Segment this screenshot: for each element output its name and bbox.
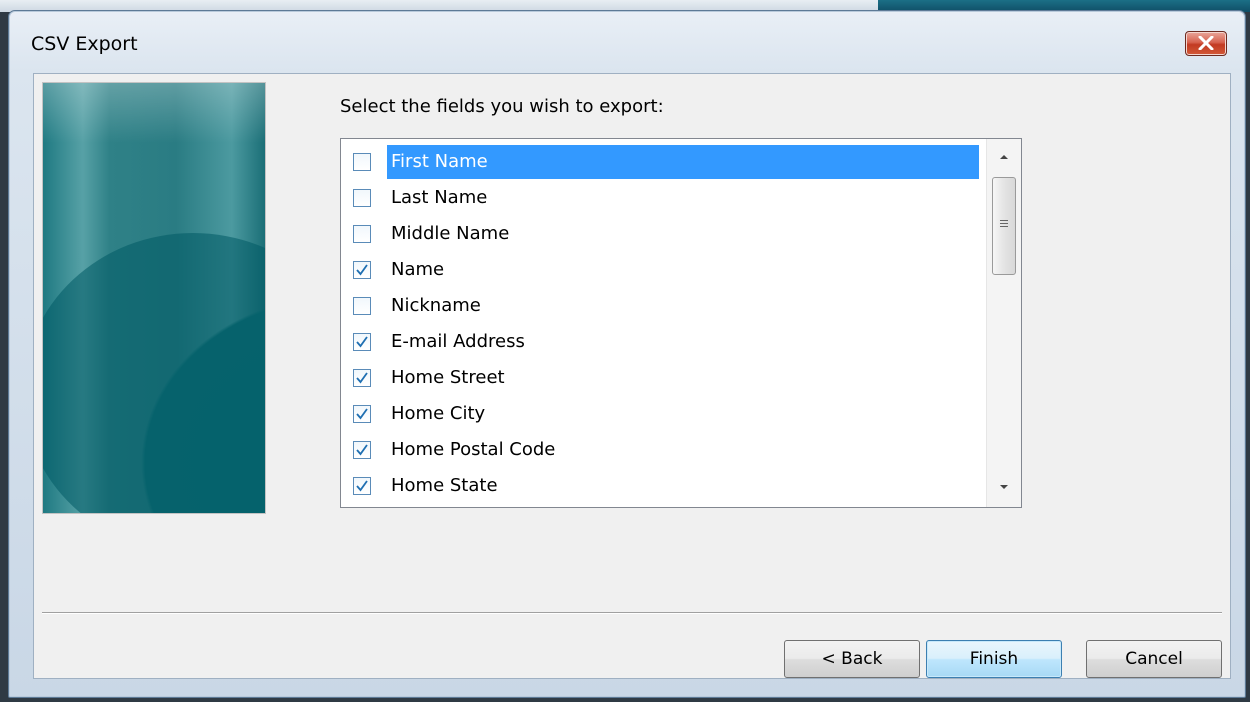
- scroll-down-arrow-icon[interactable]: [996, 479, 1012, 495]
- checkmark-icon: [356, 336, 368, 348]
- checkmark-icon: [356, 372, 368, 384]
- fields-list: First Name Last Name Middle Name Name Nickna…: [341, 139, 986, 507]
- csv-export-dialog: CSV Export Select the fields you wish to…: [8, 10, 1246, 698]
- field-list-item[interactable]: Home State: [353, 469, 983, 503]
- field-list-item[interactable]: First Name: [353, 145, 983, 179]
- field-list-item[interactable]: Middle Name: [353, 217, 983, 251]
- button-separator: [42, 612, 1222, 614]
- checkmark-icon: [356, 444, 368, 456]
- scroll-up-arrow-icon[interactable]: [996, 149, 1012, 165]
- wizard-side-graphic: [42, 82, 266, 514]
- field-label: Home Postal Code: [391, 439, 556, 460]
- close-icon: [1198, 36, 1214, 50]
- field-label: E-mail Address: [391, 331, 525, 352]
- field-checkbox[interactable]: [353, 369, 371, 387]
- back-button[interactable]: < Back: [784, 640, 920, 678]
- field-checkbox[interactable]: [353, 261, 371, 279]
- title-bar: CSV Export: [9, 11, 1245, 63]
- field-label: Home State: [391, 475, 498, 496]
- field-list-item[interactable]: Home Street: [353, 361, 983, 395]
- dialog-client-area: Select the fields you wish to export: Fi…: [33, 73, 1231, 679]
- field-list-item[interactable]: E-mail Address: [353, 325, 983, 359]
- scrollbar-thumb[interactable]: [992, 177, 1016, 275]
- checkmark-icon: [356, 480, 368, 492]
- field-label: Home City: [391, 403, 486, 424]
- checkmark-icon: [356, 264, 368, 276]
- field-label: Home Street: [391, 367, 505, 388]
- fields-listbox[interactable]: First Name Last Name Middle Name Name Nickna…: [340, 138, 1022, 508]
- finish-button[interactable]: Finish: [926, 640, 1062, 678]
- field-label: Last Name: [391, 187, 488, 208]
- close-button[interactable]: [1185, 31, 1227, 56]
- field-checkbox[interactable]: [353, 189, 371, 207]
- field-list-item[interactable]: Home City: [353, 397, 983, 431]
- checkmark-icon: [356, 408, 368, 420]
- field-checkbox[interactable]: [353, 333, 371, 351]
- field-list-item[interactable]: Home Postal Code: [353, 433, 983, 467]
- field-checkbox[interactable]: [353, 441, 371, 459]
- field-label: Middle Name: [391, 223, 510, 244]
- window-title: CSV Export: [31, 33, 138, 55]
- scrollbar-grip: [1000, 220, 1008, 230]
- cancel-button[interactable]: Cancel: [1086, 640, 1222, 678]
- field-label: Nickname: [391, 295, 481, 316]
- field-list-item[interactable]: Last Name: [353, 181, 983, 215]
- field-checkbox[interactable]: [353, 225, 371, 243]
- field-checkbox[interactable]: [353, 297, 371, 315]
- field-checkbox[interactable]: [353, 477, 371, 495]
- field-label: First Name: [387, 145, 979, 179]
- field-list-item[interactable]: Nickname: [353, 289, 983, 323]
- fields-prompt: Select the fields you wish to export:: [340, 96, 664, 117]
- field-list-item[interactable]: Name: [353, 253, 983, 287]
- field-checkbox[interactable]: [353, 153, 371, 171]
- field-checkbox[interactable]: [353, 405, 371, 423]
- vertical-scrollbar[interactable]: [986, 139, 1021, 507]
- field-label: Name: [391, 259, 445, 280]
